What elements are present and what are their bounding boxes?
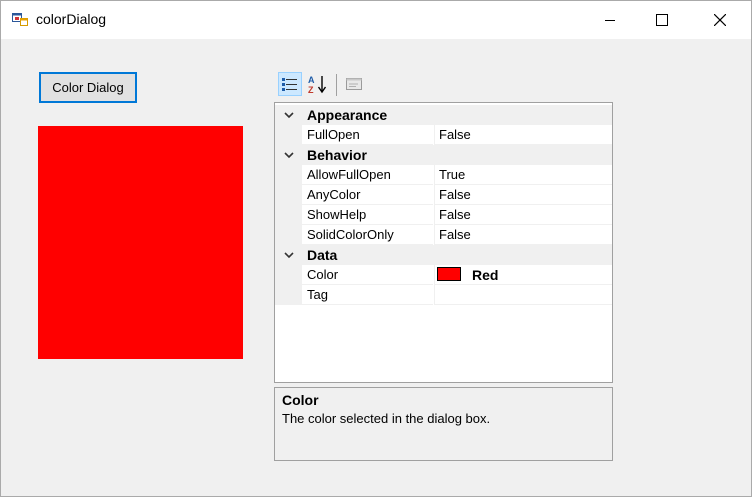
- svg-text:A: A: [308, 75, 315, 85]
- chevron-down-icon[interactable]: [283, 109, 295, 121]
- chevron-down-icon[interactable]: [283, 149, 295, 161]
- row-gutter: [275, 185, 302, 205]
- row-gutter: [275, 225, 302, 245]
- property-row-solidcoloronly[interactable]: SolidColorOnly False: [275, 225, 612, 245]
- property-pages-icon: [346, 78, 362, 90]
- row-gutter: [275, 265, 302, 285]
- category-label: Data: [307, 247, 338, 263]
- property-row-tag[interactable]: Tag: [275, 285, 612, 305]
- property-row-anycolor[interactable]: AnyColor False: [275, 185, 612, 205]
- help-panel: Color The color selected in the dialog b…: [274, 387, 613, 461]
- property-value[interactable]: False: [434, 125, 612, 145]
- property-name: FullOpen: [302, 125, 433, 145]
- chevron-down-icon[interactable]: [283, 249, 295, 261]
- svg-text:Z: Z: [308, 85, 314, 94]
- property-name: Tag: [302, 285, 433, 305]
- minimize-icon: [605, 20, 615, 21]
- property-name: AllowFullOpen: [302, 165, 433, 185]
- category-appearance[interactable]: Appearance: [275, 105, 612, 125]
- property-row-color[interactable]: Color Red: [275, 265, 612, 285]
- close-icon: [714, 14, 726, 26]
- color-swatch: [437, 267, 461, 281]
- row-gutter: [275, 125, 302, 145]
- color-preview-panel: [38, 126, 243, 359]
- app-icon: [12, 11, 28, 27]
- help-description: The color selected in the dialog box.: [282, 411, 491, 426]
- category-behavior[interactable]: Behavior: [275, 145, 612, 165]
- row-gutter: [275, 205, 302, 225]
- categorized-icon: [282, 78, 297, 91]
- property-name: AnyColor: [302, 185, 433, 205]
- categorized-button[interactable]: [278, 72, 302, 96]
- category-label: Behavior: [307, 147, 367, 163]
- minimize-button[interactable]: [587, 1, 633, 39]
- property-name: SolidColorOnly: [302, 225, 433, 245]
- maximize-button[interactable]: [639, 1, 685, 39]
- alphabetical-icon: A Z: [308, 75, 327, 94]
- property-value[interactable]: [434, 285, 612, 305]
- row-gutter: [275, 165, 302, 185]
- alphabetical-button[interactable]: A Z: [306, 72, 330, 96]
- category-label: Appearance: [307, 107, 388, 123]
- property-row-fullopen[interactable]: FullOpen False: [275, 125, 612, 145]
- property-grid[interactable]: Appearance FullOpen False Behavior Allow…: [274, 102, 613, 383]
- close-button[interactable]: [697, 1, 743, 39]
- category-data[interactable]: Data: [275, 245, 612, 265]
- property-pages-button[interactable]: [342, 72, 366, 96]
- maximize-icon: [656, 14, 668, 26]
- property-row-showhelp[interactable]: ShowHelp False: [275, 205, 612, 225]
- property-name: ShowHelp: [302, 205, 433, 225]
- title-bar[interactable]: colorDialog: [1, 1, 751, 39]
- color-value-text: Red: [472, 267, 499, 283]
- property-row-allowfullopen[interactable]: AllowFullOpen True: [275, 165, 612, 185]
- color-dialog-button[interactable]: Color Dialog: [39, 72, 137, 103]
- form-window: colorDialog Color Dialog A Z Appearance …: [0, 0, 752, 497]
- row-gutter: [275, 285, 302, 305]
- toolbar-separator: [336, 74, 337, 96]
- help-title: Color: [282, 392, 319, 408]
- property-value[interactable]: Red: [434, 265, 612, 285]
- property-value[interactable]: False: [434, 205, 612, 225]
- property-name: Color: [302, 265, 433, 285]
- property-value[interactable]: False: [434, 185, 612, 205]
- property-value[interactable]: False: [434, 225, 612, 245]
- property-value[interactable]: True: [434, 165, 612, 185]
- window-title: colorDialog: [36, 11, 107, 27]
